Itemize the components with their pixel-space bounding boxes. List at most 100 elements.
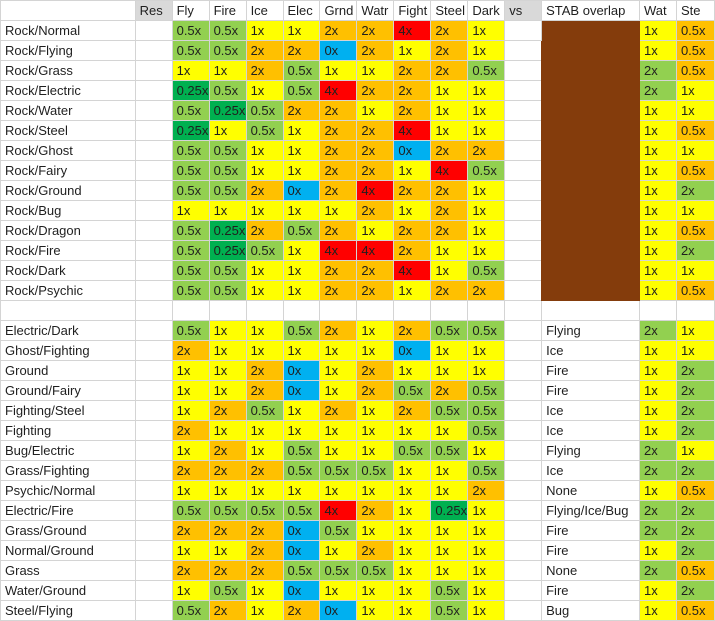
res-cell[interactable] [134, 120, 173, 141]
row-name-cell[interactable]: Rock/Dark [0, 260, 136, 281]
multiplier-cell[interactable]: 1x [393, 580, 432, 601]
multiplier-cell[interactable]: 0.5x [171, 280, 210, 301]
multiplier-cell[interactable]: 1x [430, 100, 469, 121]
ste-cell[interactable]: 2x [675, 520, 715, 541]
multiplier-cell[interactable]: 2x [319, 160, 358, 181]
multiplier-cell[interactable]: 2x [245, 380, 284, 401]
multiplier-cell[interactable]: 2x [208, 560, 247, 581]
res-cell[interactable] [134, 60, 173, 81]
multiplier-cell[interactable]: 1x [282, 240, 321, 261]
multiplier-cell[interactable]: 1x [171, 380, 210, 401]
multiplier-cell[interactable]: 0.5x [208, 80, 247, 101]
vs-cell[interactable] [504, 480, 543, 501]
vs-cell[interactable] [504, 240, 543, 261]
wat-cell[interactable]: 1x [639, 600, 677, 621]
multiplier-cell[interactable]: 1x [467, 500, 506, 521]
res-cell[interactable] [134, 480, 173, 501]
multiplier-cell[interactable]: 0x [282, 380, 321, 401]
ste-cell[interactable]: 1x [675, 440, 715, 461]
multiplier-cell[interactable]: 1x [393, 520, 432, 541]
multiplier-cell[interactable]: 2x [430, 280, 469, 301]
header-cell-type[interactable]: Steel [430, 0, 469, 21]
empty-cell[interactable] [134, 300, 173, 321]
stab-overlap-block[interactable] [541, 20, 641, 301]
ste-cell[interactable]: 0.5x [675, 600, 715, 621]
empty-cell[interactable] [282, 300, 321, 321]
multiplier-cell[interactable]: 1x [393, 360, 432, 381]
wat-cell[interactable]: 2x [639, 440, 677, 461]
multiplier-cell[interactable]: 0x [282, 540, 321, 561]
multiplier-cell[interactable]: 2x [430, 140, 469, 161]
ste-cell[interactable]: 0.5x [675, 480, 715, 501]
row-name-cell[interactable]: Rock/Normal [0, 20, 136, 41]
vs-cell[interactable] [504, 600, 543, 621]
ste-cell[interactable]: 2x [675, 540, 715, 561]
multiplier-cell[interactable]: 0.5x [467, 460, 506, 481]
multiplier-cell[interactable]: 0.5x [467, 420, 506, 441]
multiplier-cell[interactable]: 0.5x [208, 40, 247, 61]
multiplier-cell[interactable]: 0.5x [208, 500, 247, 521]
multiplier-cell[interactable]: 1x [245, 80, 284, 101]
wat-cell[interactable]: 1x [639, 40, 677, 61]
multiplier-cell[interactable]: 2x [319, 140, 358, 161]
multiplier-cell[interactable]: 4x [393, 20, 432, 41]
multiplier-cell[interactable]: 2x [171, 340, 210, 361]
header-cell-name[interactable] [0, 0, 136, 21]
multiplier-cell[interactable]: 1x [171, 540, 210, 561]
wat-cell[interactable]: 1x [639, 20, 677, 41]
multiplier-cell[interactable]: 1x [208, 340, 247, 361]
multiplier-cell[interactable]: 0.25x [208, 240, 247, 261]
ste-cell[interactable]: 2x [675, 500, 715, 521]
multiplier-cell[interactable]: 1x [430, 480, 469, 501]
row-name-cell[interactable]: Rock/Ghost [0, 140, 136, 161]
row-name-cell[interactable]: Rock/Grass [0, 60, 136, 81]
res-cell[interactable] [134, 340, 173, 361]
row-name-cell[interactable]: Electric/Dark [0, 320, 136, 341]
empty-cell[interactable] [504, 300, 543, 321]
multiplier-cell[interactable]: 2x [356, 120, 395, 141]
vs-cell[interactable] [504, 540, 543, 561]
ste-cell[interactable]: 0.5x [675, 40, 715, 61]
wat-cell[interactable]: 1x [639, 240, 677, 261]
wat-cell[interactable]: 2x [639, 320, 677, 341]
vs-cell[interactable] [504, 520, 543, 541]
row-name-cell[interactable]: Rock/Fire [0, 240, 136, 261]
multiplier-cell[interactable]: 1x [430, 80, 469, 101]
header-cell-vs[interactable]: vs [504, 0, 543, 21]
multiplier-cell[interactable]: 1x [171, 400, 210, 421]
ste-cell[interactable]: 0.5x [675, 160, 715, 181]
multiplier-cell[interactable]: 1x [467, 120, 506, 141]
multiplier-cell[interactable]: 0.5x [282, 60, 321, 81]
multiplier-cell[interactable]: 0.5x [467, 320, 506, 341]
header-cell-res[interactable]: Res [134, 0, 173, 21]
res-cell[interactable] [134, 180, 173, 201]
wat-cell[interactable]: 1x [639, 140, 677, 161]
multiplier-cell[interactable]: 4x [356, 240, 395, 261]
stab-overlap-cell[interactable]: Bug [541, 600, 641, 621]
multiplier-cell[interactable]: 1x [319, 580, 358, 601]
empty-cell[interactable] [0, 300, 136, 321]
multiplier-cell[interactable]: 1x [245, 320, 284, 341]
ste-cell[interactable]: 2x [675, 460, 715, 481]
multiplier-cell[interactable]: 1x [245, 20, 284, 41]
stab-overlap-cell[interactable]: Flying/Ice/Bug [541, 500, 641, 521]
multiplier-cell[interactable]: 2x [208, 520, 247, 541]
multiplier-cell[interactable]: 1x [245, 160, 284, 181]
multiplier-cell[interactable]: 1x [208, 540, 247, 561]
multiplier-cell[interactable]: 1x [356, 320, 395, 341]
vs-cell[interactable] [504, 380, 543, 401]
ste-cell[interactable]: 2x [675, 420, 715, 441]
multiplier-cell[interactable]: 1x [245, 260, 284, 281]
multiplier-cell[interactable]: 1x [356, 340, 395, 361]
multiplier-cell[interactable]: 1x [393, 560, 432, 581]
multiplier-cell[interactable]: 1x [393, 460, 432, 481]
multiplier-cell[interactable]: 0.5x [208, 20, 247, 41]
multiplier-cell[interactable]: 0x [282, 180, 321, 201]
multiplier-cell[interactable]: 0.25x [430, 500, 469, 521]
multiplier-cell[interactable]: 0.5x [319, 460, 358, 481]
vs-cell[interactable] [504, 280, 543, 301]
multiplier-cell[interactable]: 2x [282, 40, 321, 61]
multiplier-cell[interactable]: 2x [430, 40, 469, 61]
multiplier-cell[interactable]: 2x [245, 560, 284, 581]
multiplier-cell[interactable]: 4x [356, 180, 395, 201]
